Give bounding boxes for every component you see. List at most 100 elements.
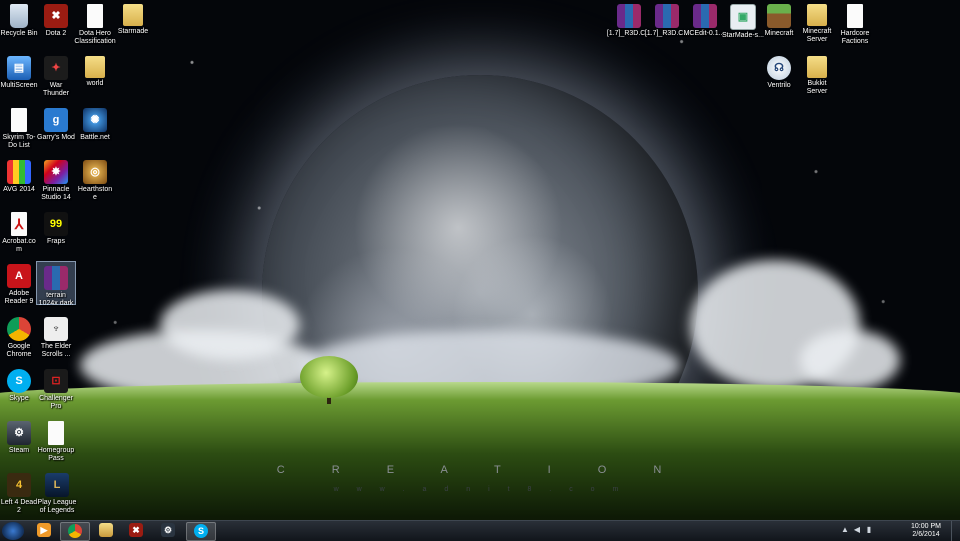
hearthstone-icon: ◎	[83, 160, 107, 184]
fraps-icon: 99	[44, 212, 68, 236]
start-button[interactable]	[2, 522, 24, 540]
winrar-archive-icon	[655, 4, 679, 28]
adobe-reader-icon: A	[7, 264, 31, 288]
icon-label: Adobe Reader 9	[4, 290, 34, 305]
wallpaper-subtitle: w w w . a d n i t 8 . c o m	[333, 486, 627, 493]
application-icon: ▣	[730, 4, 756, 30]
avg-icon	[7, 160, 31, 184]
show-hidden-icons-icon[interactable]: ▲	[840, 525, 850, 535]
desktop-icon-avg[interactable]: AVG 2014	[0, 156, 38, 194]
challenger-icon: ⊡	[44, 369, 68, 393]
icon-label: Recycle Bin	[0, 30, 38, 37]
desktop-icon-pinnacle[interactable]: ✸ Pinnacle Studio 14	[37, 156, 75, 202]
icon-label: Homegroup Pass	[37, 447, 75, 462]
taskbar-explorer[interactable]	[92, 522, 120, 539]
desktop-icon-left4dead2[interactable]: 4 Left 4 Dead 2	[0, 469, 38, 515]
winrar-archive-icon	[617, 4, 641, 28]
desktop-icon-hardcore-factions[interactable]: Hardcore Factions	[836, 0, 874, 46]
desktop-icon-fraps[interactable]: 99 Fraps	[37, 208, 75, 246]
icon-label: Skype	[9, 395, 29, 402]
chrome-icon	[7, 317, 31, 341]
desktop-icon-ventrilo[interactable]: ☊ Ventrilo	[760, 52, 798, 90]
desktop-icon-recycle-bin[interactable]: Recycle Bin	[0, 0, 38, 38]
desktop-icon-terrain-archive[interactable]: terrain 1024x dark	[36, 261, 76, 307]
desktop-icon-war-thunder[interactable]: ✦ War Thunder	[37, 52, 75, 98]
multiscreen-icon: ▤	[7, 56, 31, 80]
desktop-icon-challenger-pro[interactable]: ⊡ Challenger Pro	[37, 365, 75, 411]
icon-label: Hardcore Factions	[840, 30, 870, 45]
icon-label: AVG 2014	[3, 186, 35, 193]
volume-icon[interactable]: ◀	[852, 525, 862, 535]
chrome-icon	[68, 524, 82, 538]
folder-icon	[807, 4, 827, 26]
desktop-icon-minecraft-server[interactable]: Minecraft Server	[798, 0, 836, 44]
desktop-icon-world[interactable]: world	[76, 52, 114, 88]
wallpaper-cloud	[160, 290, 300, 360]
desktop-icon-acrobat[interactable]: ⅄ Acrobat.com	[0, 208, 38, 254]
desktop-icon-starmade[interactable]: Starmade	[114, 0, 152, 36]
acrobat-icon: ⅄	[11, 212, 27, 236]
network-icon[interactable]: ▮	[864, 525, 874, 535]
desktop-icon-google-chrome[interactable]: Google Chrome	[0, 313, 38, 359]
clock-time[interactable]: 10:00 PM	[906, 523, 946, 530]
dota2-icon: ✖	[129, 523, 143, 537]
skype-icon: S	[194, 524, 208, 538]
document-icon	[48, 421, 64, 445]
icon-label: Battle.net	[80, 134, 110, 141]
taskbar-dota2[interactable]: ✖	[122, 522, 150, 539]
desktop-icon-garrys-mod[interactable]: g Garry's Mod	[37, 104, 75, 142]
taskbar-media-player[interactable]: ▶	[30, 522, 58, 539]
icon-label: Garry's Mod	[37, 134, 75, 141]
taskbar-skype[interactable]: S	[186, 522, 216, 541]
explorer-icon	[99, 523, 113, 537]
desktop-icon-dota-hero-classification[interactable]: Dota Hero Classification	[72, 0, 118, 46]
desktop-icon-bukkit-server[interactable]: Bukkit Server	[798, 52, 836, 96]
desktop-icon-steam[interactable]: ⚙ Steam	[0, 417, 38, 455]
document-icon	[847, 4, 863, 28]
icon-label: Fraps	[47, 238, 65, 245]
icon-label: Acrobat.com	[2, 238, 36, 253]
icon-label: War Thunder	[42, 82, 70, 97]
desktop-icon-homegroup-pass[interactable]: Homegroup Pass	[37, 417, 75, 463]
taskbar-chrome[interactable]	[60, 522, 90, 541]
desktop-icon-elder-scrolls[interactable]: ♆ The Elder Scrolls ...	[37, 313, 75, 359]
wallpaper-tree	[300, 356, 358, 398]
desktop-icon-battlenet[interactable]: ✺ Battle.net	[76, 104, 114, 142]
wallpaper-ground	[0, 382, 960, 520]
desktop-icon-minecraft[interactable]: Minecraft	[760, 0, 798, 38]
elder-scrolls-icon: ♆	[44, 317, 68, 341]
wallpaper-cloud	[800, 330, 900, 390]
desktop-icon-league-of-legends[interactable]: L Play League of Legends	[34, 469, 80, 515]
garrys-mod-icon: g	[44, 108, 68, 132]
desktop-icon-adobe-reader[interactable]: A Adobe Reader 9	[0, 260, 38, 306]
ventrilo-icon: ☊	[767, 56, 791, 80]
pinnacle-icon: ✸	[44, 160, 68, 184]
desktop: C R E A T I O N w w w . a d n i t 8 . c …	[0, 0, 960, 520]
steam-icon: ⚙	[161, 523, 175, 537]
desktop-icon-multiscreen[interactable]: ▤ MultiScreen	[0, 52, 38, 90]
show-desktop-button[interactable]	[951, 521, 960, 541]
league-icon: L	[45, 473, 69, 497]
icon-label: Hearthstone	[77, 186, 113, 201]
desktop-icon-skyrim-todo[interactable]: Skyrim To-Do List	[0, 104, 38, 150]
desktop-icon-dota2[interactable]: ✖ Dota 2	[37, 0, 75, 38]
icon-label: terrain 1024x dark	[38, 292, 74, 307]
desktop-icon-hearthstone[interactable]: ◎ Hearthstone	[76, 156, 114, 202]
desktop-icon-skype[interactable]: S Skype	[0, 365, 38, 403]
winrar-archive-icon	[693, 4, 717, 28]
icon-label: Starmade	[117, 28, 149, 35]
system-tray: ▲ ◀ ▮ 10:00 PM 2/6/2014	[840, 521, 960, 541]
steam-icon: ⚙	[7, 421, 31, 445]
icon-label: Dota Hero Classification	[74, 30, 116, 45]
dota2-icon: ✖	[44, 4, 68, 28]
clock-date[interactable]: 2/6/2014	[906, 531, 946, 538]
folder-icon	[85, 56, 105, 78]
skype-icon: S	[7, 369, 31, 393]
icon-label: Pinnacle Studio 14	[41, 186, 71, 201]
minecraft-icon	[767, 4, 791, 28]
icon-label: Google Chrome	[6, 343, 32, 358]
left4dead-icon: 4	[7, 473, 31, 497]
taskbar: ▶ ✖ ⚙ S ▲ ◀ ▮ 10:00 PM 2/6/2014	[0, 520, 960, 541]
taskbar-steam[interactable]: ⚙	[154, 522, 182, 539]
icon-label: Skyrim To-Do List	[2, 134, 36, 149]
